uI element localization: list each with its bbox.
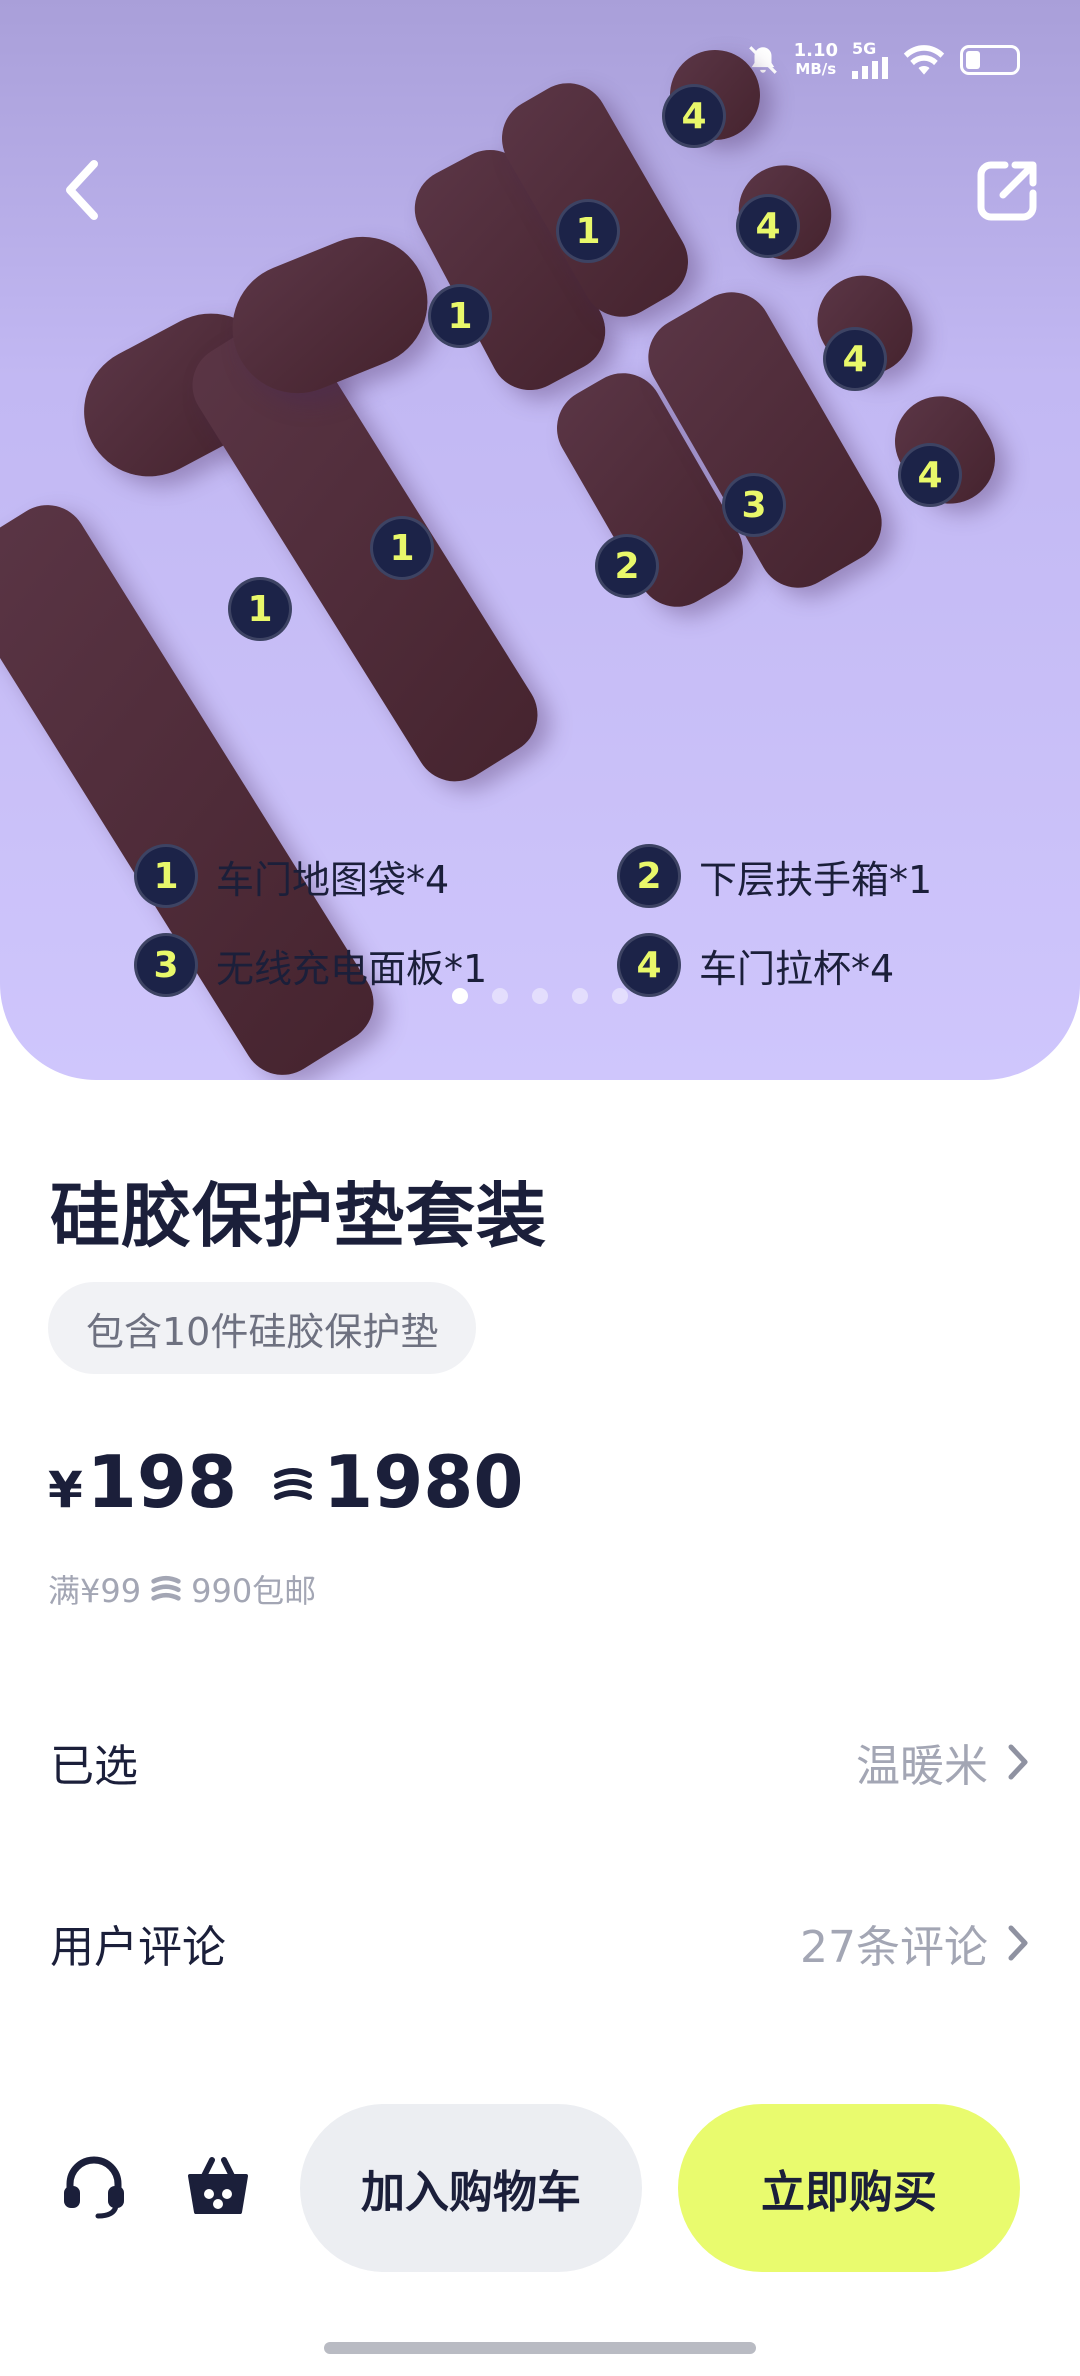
price-value: 198 [86,1440,238,1524]
customer-service-button[interactable] [58,2150,130,2226]
piece-number-badge: 1 [428,284,492,348]
piece-number-badge: 1 [556,199,620,263]
shipping-coin-text: 990包邮 [191,1572,317,1610]
product-image-carousel[interactable]: 1.10 MB/s 5G 1 1 1 1 2 3 4 4 4 4 1 车门地图袋… [0,0,1080,1080]
signal-icon [852,57,888,79]
bottom-shortcuts [58,2150,254,2226]
legend-label: 无线充电面板*1 [216,946,488,991]
selected-label: 已选 [50,1741,138,1792]
headset-icon [64,2156,124,2219]
chevron-right-icon [1008,1744,1028,1780]
legend-number-badge: 2 [617,844,681,908]
piece-number-badge: 4 [662,84,726,148]
share-icon [977,161,1037,221]
carousel-dot[interactable] [532,988,548,1004]
legend-label: 下层扶手箱*1 [699,857,933,902]
legend-item: 1 车门地图袋*4 [134,844,449,908]
chevron-right-icon [1008,1925,1028,1961]
legend-item: 2 下层扶手箱*1 [617,844,932,908]
reviews-count: 27条评论 [800,1911,1030,1975]
shipping-info: 满¥99 990包邮 [48,1566,316,1612]
signal-indicator: 5G [852,41,888,79]
shipping-threshold: 满¥99 [48,1572,142,1610]
carousel-dot[interactable] [612,988,628,1004]
piece-number-badge: 2 [595,534,659,598]
piece-number-badge: 4 [823,327,887,391]
piece-number-badge: 4 [898,443,962,507]
buy-now-button[interactable]: 立即购买 [678,2104,1020,2272]
legend-label: 车门拉杯*4 [699,946,895,991]
coin-icon [271,1463,315,1507]
piece-number-badge: 1 [370,516,434,580]
piece-number-badge: 4 [736,194,800,258]
network-speed: 1.10 MB/s [793,40,838,79]
share-button[interactable] [968,150,1048,230]
carousel-indicator[interactable] [0,988,1080,1004]
carousel-dot-active[interactable] [452,988,468,1004]
piece-number-badge: 1 [228,577,292,641]
selected-option-row[interactable]: 已选 温暖米 [50,1722,1030,1802]
home-indicator[interactable] [324,2342,756,2354]
currency-symbol: ¥ [48,1461,83,1519]
chevron-left-icon [66,160,98,220]
reviews-row[interactable]: 用户评论 27条评论 [50,1903,1030,1983]
carousel-dot[interactable] [492,988,508,1004]
carousel-dot[interactable] [572,988,588,1004]
legend-number-badge: 1 [134,844,198,908]
shopping-bag-button[interactable] [182,2150,254,2226]
coin-icon [151,1575,181,1601]
product-tag: 包含10件硅胶保护垫 [48,1282,477,1374]
back-button[interactable] [42,150,122,230]
coin-price-value: 1980 [323,1440,524,1524]
wifi-icon [903,45,945,75]
selected-value: 温暖米 [856,1730,1030,1794]
product-title: 硅胶保护垫套装 [50,1175,547,1257]
reviews-label: 用户评论 [50,1922,226,1973]
status-bar: 1.10 MB/s 5G [746,38,1020,82]
price-block: ¥ 198 1980 [48,1440,523,1524]
piece-number-badge: 3 [722,473,786,537]
battery-icon [960,45,1020,75]
legend-label: 车门地图袋*4 [216,857,450,902]
shopping-bag-icon [188,2157,248,2214]
add-to-cart-button[interactable]: 加入购物车 [300,2104,642,2272]
